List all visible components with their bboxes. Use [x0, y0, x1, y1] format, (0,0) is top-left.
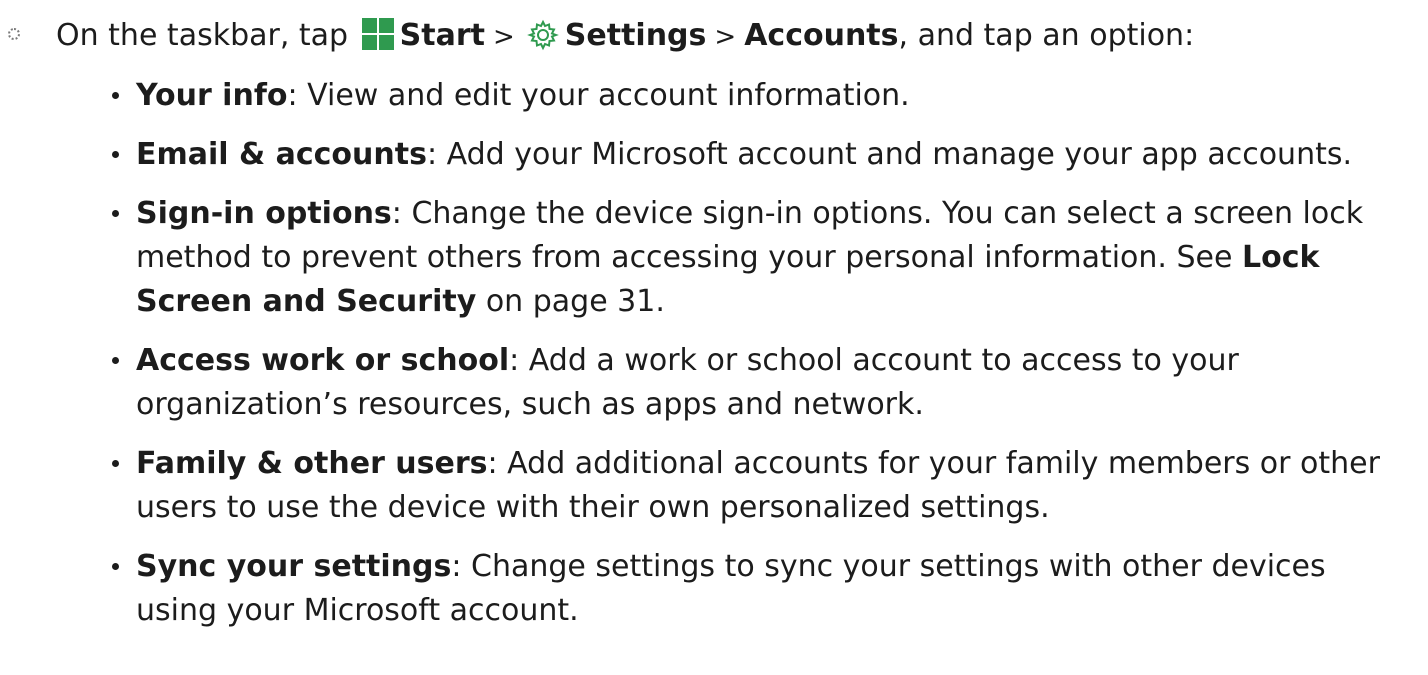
- bullet-dot: [112, 357, 119, 364]
- step-prefix: On the taskbar, tap: [56, 18, 349, 53]
- option-term: Family & other users: [136, 446, 488, 481]
- document-page: On the taskbar, tap Start > Settings > Accou…: [0, 0, 1428, 675]
- list-item: Access work or school: Add a work or sch…: [112, 339, 1412, 427]
- list-item: Your info: View and edit your account in…: [112, 74, 1412, 118]
- start-label: Start: [399, 18, 485, 53]
- option-description: : Add your Microsoft account and manage …: [426, 137, 1353, 172]
- option-term: Your info: [136, 78, 288, 113]
- option-term: Sign-in options: [136, 196, 392, 231]
- bullet-dot: [112, 151, 119, 158]
- list-item: Sync your settings: Change settings to s…: [112, 545, 1412, 633]
- option-term: Email & accounts: [136, 137, 427, 172]
- account-options-list: Your info: View and edit your account in…: [112, 74, 1412, 648]
- bullet-dot: [112, 563, 119, 570]
- bullet-dot: [112, 92, 119, 99]
- separator-arrow: >: [714, 22, 737, 52]
- bullet-dot: [112, 210, 119, 217]
- list-item: Family & other users: Add additional acc…: [112, 442, 1412, 530]
- accounts-label: Accounts: [744, 18, 899, 53]
- step-suffix: , and tap an option:: [898, 18, 1195, 53]
- option-term: Sync your settings: [136, 549, 452, 584]
- step-text: On the taskbar, tap Start > Settings > Accou…: [56, 14, 1194, 59]
- step-bullet-icon: [8, 28, 20, 40]
- option-description-end: on page 31.: [476, 284, 665, 319]
- settings-label: Settings: [564, 18, 707, 53]
- list-item: Email & accounts: Add your Microsoft acc…: [112, 133, 1412, 177]
- separator-arrow: >: [492, 22, 515, 52]
- option-description: : View and edit your account information…: [287, 78, 910, 113]
- list-item: Sign-in options: Change the device sign-…: [112, 192, 1412, 324]
- bullet-dot: [112, 460, 119, 467]
- gear-icon: [526, 19, 559, 51]
- windows-start-icon: [361, 18, 394, 50]
- option-term: Access work or school: [136, 343, 510, 378]
